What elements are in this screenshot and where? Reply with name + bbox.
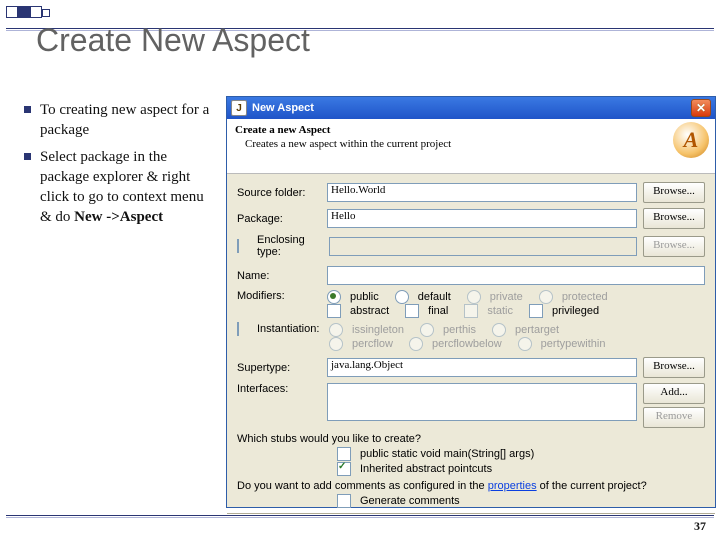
label-instantiation: Instantiation: bbox=[257, 323, 323, 335]
label-source-folder: Source folder: bbox=[237, 187, 321, 199]
interfaces-list[interactable] bbox=[327, 383, 637, 421]
check-generate-comments[interactable] bbox=[337, 494, 351, 508]
radio-public[interactable] bbox=[327, 290, 341, 304]
source-folder-input[interactable]: Hello.World bbox=[327, 183, 637, 202]
browse-supertype-button[interactable]: Browse... bbox=[643, 357, 705, 378]
stubs-question: Which stubs would you like to create? bbox=[237, 433, 705, 445]
dialog-banner: Create a new Aspect Creates a new aspect… bbox=[227, 119, 715, 174]
radio-default[interactable] bbox=[395, 290, 409, 304]
instantiation-checkbox[interactable] bbox=[237, 322, 239, 336]
radio-pertarget bbox=[492, 323, 506, 337]
banner-heading: Create a new Aspect bbox=[235, 124, 707, 136]
label-name: Name: bbox=[237, 270, 321, 282]
comments-question: Do you want to add comments as configure… bbox=[237, 480, 705, 492]
rule-bottom bbox=[6, 515, 714, 516]
radio-pertypewithin bbox=[518, 337, 532, 351]
browse-source-button[interactable]: Browse... bbox=[643, 182, 705, 203]
radio-protected bbox=[539, 290, 553, 304]
banner-sub: Creates a new aspect within the current … bbox=[235, 138, 707, 150]
properties-link[interactable]: properties bbox=[488, 480, 537, 492]
label-supertype: Supertype: bbox=[237, 362, 321, 374]
close-button[interactable]: ✕ bbox=[691, 99, 711, 117]
supertype-input[interactable]: java.lang.Object bbox=[327, 358, 637, 377]
bullet-1: To creating new aspect for a package bbox=[40, 102, 209, 138]
check-abstract[interactable] bbox=[327, 304, 341, 318]
bullet-2-bold: New ->Aspect bbox=[74, 209, 163, 225]
new-aspect-dialog: J New Aspect ✕ Create a new Aspect Creat… bbox=[226, 96, 716, 508]
titlebar[interactable]: J New Aspect ✕ bbox=[227, 97, 715, 119]
enclosing-type-checkbox[interactable] bbox=[237, 239, 239, 253]
check-main-stub[interactable] bbox=[337, 447, 351, 461]
radio-percflow bbox=[329, 337, 343, 351]
check-inherited-pointcuts[interactable] bbox=[337, 462, 351, 476]
browse-package-button[interactable]: Browse... bbox=[643, 208, 705, 229]
check-static bbox=[464, 304, 478, 318]
java-icon: J bbox=[231, 100, 247, 116]
slide-title: Create New Aspect bbox=[36, 22, 310, 59]
add-interface-button[interactable]: Add... bbox=[643, 383, 705, 404]
enclosing-type-input bbox=[329, 237, 637, 256]
label-interfaces: Interfaces: bbox=[237, 383, 321, 395]
label-package: Package: bbox=[237, 213, 321, 225]
radio-private bbox=[467, 290, 481, 304]
check-final[interactable] bbox=[405, 304, 419, 318]
slide-body: To creating new aspect for a package Sel… bbox=[24, 100, 214, 234]
radio-percflowbelow bbox=[409, 337, 423, 351]
aspect-glyph-icon: A bbox=[673, 122, 709, 158]
check-privileged[interactable] bbox=[529, 304, 543, 318]
browse-enclosing-button: Browse... bbox=[643, 236, 705, 257]
label-enclosing: Enclosing type: bbox=[257, 234, 323, 258]
radio-issingleton bbox=[329, 323, 343, 337]
label-modifiers: Modifiers: bbox=[237, 290, 321, 302]
dialog-title: New Aspect bbox=[252, 102, 691, 114]
name-input[interactable] bbox=[327, 266, 705, 285]
remove-interface-button: Remove bbox=[643, 407, 705, 428]
page-number: 37 bbox=[694, 519, 706, 534]
package-input[interactable]: Hello bbox=[327, 209, 637, 228]
radio-perthis bbox=[420, 323, 434, 337]
